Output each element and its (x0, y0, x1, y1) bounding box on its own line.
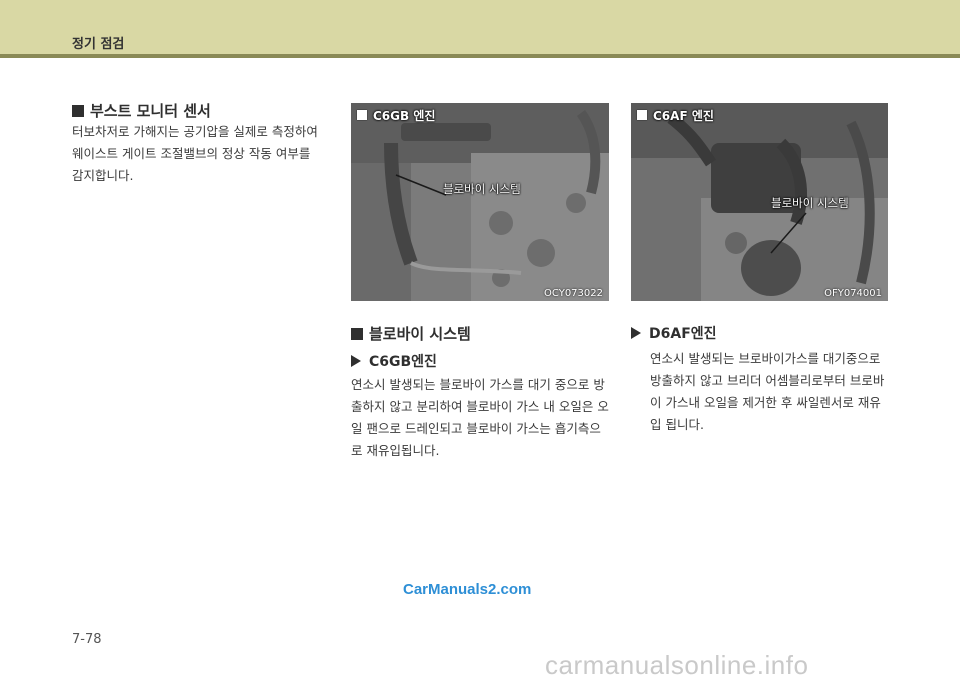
boost-sensor-title-text: 부스트 모니터 센서 (90, 102, 211, 120)
page-header-title: 정기 점검 (72, 37, 125, 52)
c6af-photo-tag: C6AF 엔진 (637, 107, 714, 124)
c6af-photo-tag-text: C6AF 엔진 (653, 109, 714, 123)
body-line: 이 가스내 오일을 제거한 후 싸일렌서로 재유 (650, 395, 881, 410)
body-line: 로 재유입됩니다. (351, 443, 440, 458)
c6af-blowby-callout: 블로바이 시스템 (771, 196, 849, 210)
square-bullet-icon (351, 328, 363, 340)
body-line: 입 됩니다. (650, 417, 704, 432)
c6gb-engine-photo: C6GB 엔진 블로바이 시스템 OCY073022 (351, 103, 609, 301)
square-bullet-icon (357, 110, 367, 120)
engine-illustration (631, 103, 888, 301)
c6af-engine-photo: C6AF 엔진 블로바이 시스템 OFY074001 (631, 103, 888, 301)
engine-illustration (351, 103, 609, 301)
header-rule (0, 54, 960, 58)
d6af-body: 연소시 발생되는 브로바이가스를 대기중으로 방출하지 않고 브리더 어셈블리로… (650, 348, 884, 436)
body-line: 감지합니다. (72, 168, 134, 183)
body-line: 터보차저로 가해지는 공기압을 실제로 측정하여 (72, 124, 318, 139)
square-bullet-icon (72, 105, 84, 117)
triangle-bullet-icon (631, 327, 641, 339)
c6gb-photo-tag: C6GB 엔진 (357, 107, 435, 124)
c6gb-blowby-callout: 블로바이 시스템 (443, 182, 521, 196)
footer-watermark: carmanualsonline.info (545, 650, 809, 680)
body-line: 방출하지 않고 브리더 어셈블리로부터 브로바 (650, 373, 885, 388)
c6gb-body: 연소시 발생되는 블로바이 가스를 대기 중으로 방 출하지 않고 분리하여 블… (351, 374, 609, 462)
boost-sensor-title: 부스트 모니터 센서 (72, 100, 211, 121)
c6gb-photo-code: OCY073022 (544, 288, 603, 299)
body-line: 연소시 발생되는 블로바이 가스를 대기 중으로 방 (351, 377, 605, 392)
body-line: 연소시 발생되는 브로바이가스를 대기중으로 (650, 351, 881, 366)
blowby-title-text: 블로바이 시스템 (369, 325, 471, 343)
c6gb-photo-tag-text: C6GB 엔진 (373, 109, 436, 123)
triangle-bullet-icon (351, 355, 361, 367)
body-line: 웨이스트 게이트 조절밸브의 정상 작동 여부를 (72, 146, 311, 161)
d6af-heading: D6AF엔진 (631, 323, 717, 343)
c6gb-heading: C6GB엔진 (351, 351, 437, 371)
square-bullet-icon (637, 110, 647, 120)
body-line: 출하지 않고 분리하여 블로바이 가스 내 오일은 오 (351, 399, 609, 414)
header-band (0, 0, 960, 54)
page-number: 7-78 (72, 632, 102, 647)
boost-sensor-body: 터보차저로 가해지는 공기압을 실제로 측정하여 웨이스트 게이트 조절밸브의 … (72, 121, 318, 187)
c6af-photo-code: OFY074001 (824, 288, 882, 299)
d6af-heading-text: D6AF엔진 (649, 326, 717, 342)
body-line: 일 팬으로 드레인되고 블로바이 가스는 흡기측으 (351, 421, 601, 436)
site-watermark: CarManuals2.com (403, 581, 532, 598)
c6gb-heading-text: C6GB엔진 (369, 354, 437, 370)
blowby-title: 블로바이 시스템 (351, 323, 471, 344)
